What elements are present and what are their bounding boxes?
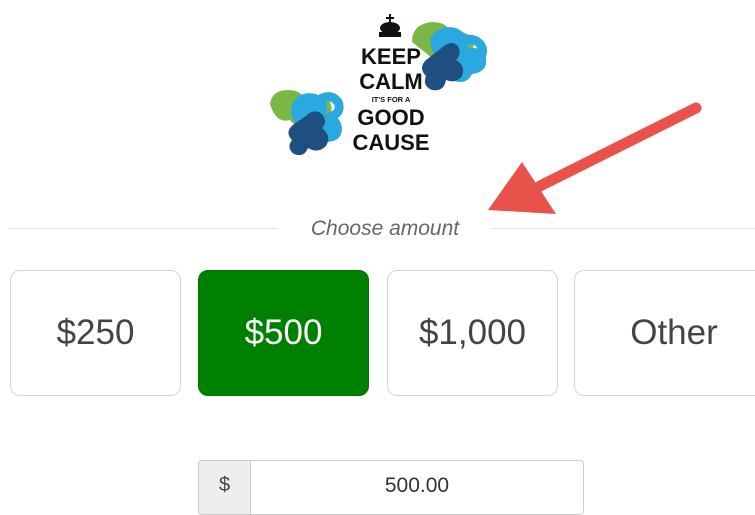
amount-500-button[interactable]: $500: [198, 270, 369, 396]
amount-other-button[interactable]: Other: [574, 270, 755, 396]
divider-left: [8, 228, 278, 229]
puzzle-pieces-left-icon: [270, 90, 344, 156]
amount-input[interactable]: [251, 461, 583, 514]
choose-amount-label: Choose amount: [310, 217, 460, 240]
logo-line-good: GOOD: [357, 105, 425, 130]
currency-prefix: $: [199, 461, 251, 514]
logo-line-calm: CALM: [359, 69, 423, 94]
amount-250-button[interactable]: $250: [10, 270, 181, 396]
logo-line-keep: KEEP: [361, 44, 421, 69]
crown-icon: [379, 14, 401, 37]
keep-calm-logo: KEEP CALM IT'S FOR A GOOD CAUSE: [262, 8, 512, 173]
amount-input-group: $: [198, 460, 584, 515]
logo-line-its-for-a: IT'S FOR A: [371, 95, 411, 104]
amount-1000-button[interactable]: $1,000: [387, 270, 558, 396]
logo-line-cause: CAUSE: [352, 130, 430, 155]
divider-right: [492, 228, 755, 229]
